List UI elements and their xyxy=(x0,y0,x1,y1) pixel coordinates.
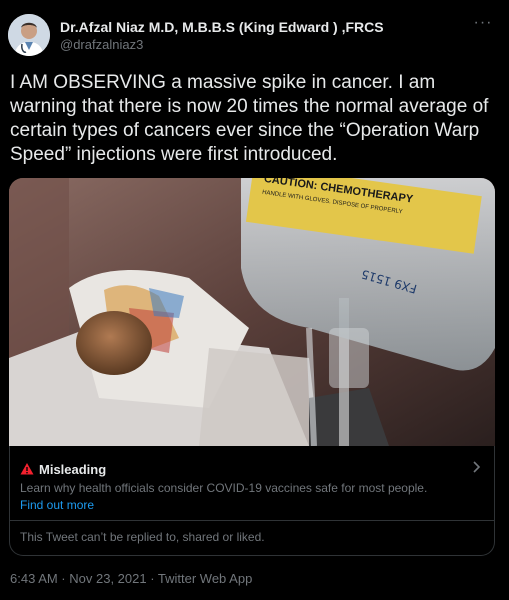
find-out-more-link[interactable]: Find out more xyxy=(20,498,94,512)
tweet-text: I AM OBSERVING a massive spike in cancer… xyxy=(10,72,489,165)
doctor-avatar-icon xyxy=(8,14,50,56)
misleading-notice[interactable]: Misleading Learn why health officials co… xyxy=(9,446,495,556)
chevron-right-icon[interactable] xyxy=(472,460,482,474)
author-display-name[interactable]: Dr.Afzal Niaz M.D, M.B.B.S (King Edward … xyxy=(60,18,384,36)
warning-icon xyxy=(20,463,34,475)
avatar[interactable] xyxy=(8,14,50,56)
tweet-media-image[interactable]: CAUTION: CHEMOTHERAPY HANDLE WITH GLOVES… xyxy=(9,178,495,446)
hospital-chemotherapy-photo: CAUTION: CHEMOTHERAPY HANDLE WITH GLOVES… xyxy=(9,178,495,446)
misleading-notice-top[interactable]: Misleading Learn why health officials co… xyxy=(10,446,494,521)
misleading-description: Learn why health officials consider COVI… xyxy=(20,481,428,495)
misleading-label: Misleading xyxy=(39,461,107,477)
more-options-icon[interactable]: ··· xyxy=(471,15,495,36)
reply-restriction-note: This Tweet can’t be replied to, shared o… xyxy=(20,530,265,544)
tweet-timestamp[interactable]: 6:43 AM · Nov 23, 2021 · Twitter Web App xyxy=(10,571,252,586)
author-handle[interactable]: @drafzalniaz3 xyxy=(60,36,384,54)
tweet-header: Dr.Afzal Niaz M.D, M.B.B.S (King Edward … xyxy=(8,14,501,58)
